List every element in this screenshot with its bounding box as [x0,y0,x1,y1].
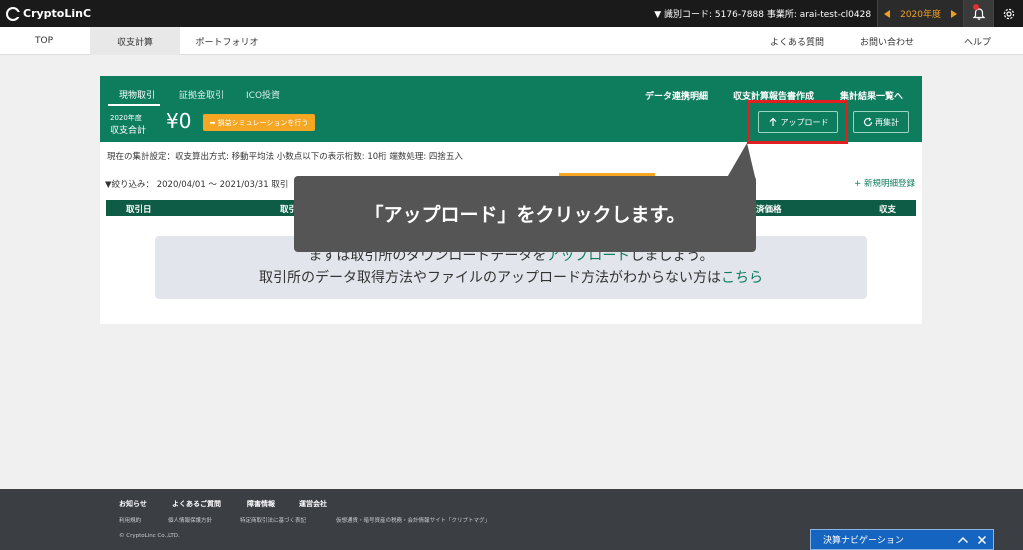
fiscal-year-label: 2020年度 [110,114,142,122]
footer-terms[interactable]: 利用規約 [119,516,141,524]
close-icon[interactable] [977,535,987,545]
upload-highlight-frame [747,100,848,144]
top-bar: CryptoLinC ▼ 識別コード: 5176-7888 事業所: arai-… [0,0,1023,27]
help-here-link[interactable]: こちら [721,270,763,286]
new-entry-link[interactable]: + 新規明細登録 [854,177,915,189]
total-label: 収支合計 [110,126,147,136]
settings-button[interactable] [993,0,1023,27]
prev-year-icon[interactable] [884,9,891,18]
th-date: 取引日 [126,205,152,215]
logo-text: CryptoLinC [23,7,92,20]
copyright: © CryptoLinc Co.,LTD. [119,533,180,539]
tab-ico[interactable]: ICO投資 [246,88,280,101]
footer-incidents[interactable]: 障害情報 [247,499,275,509]
callout-pointer [725,143,756,181]
gear-icon [1003,8,1014,19]
message-line-2-text: 取引所のデータ取得方法やファイルのアップロード方法がわからない方は [259,270,721,286]
nav-portfolio[interactable]: ポートフォリオ [182,27,272,55]
data-link-details[interactable]: データ連携明細 [645,89,708,102]
notification-badge [973,4,979,10]
footer-cryptomag[interactable]: 仮想通貨・暗号資産の税務・会計情報サイト「クリプトマグ」 [336,516,490,524]
footer-commerce-law[interactable]: 特定商取引法に基づく表記 [240,516,306,524]
total-value: ¥0 [166,109,192,133]
filter-text[interactable]: ▼絞り込み： 2020/04/01 〜 2021/03/31 取引 [105,178,288,190]
recalc-button-label: 再集計 [875,117,899,127]
footer-news[interactable]: お知らせ [119,499,147,509]
nav-contact[interactable]: お問い合わせ [842,27,932,55]
logo[interactable]: CryptoLinC [6,6,92,21]
recalc-button[interactable]: 再集計 [853,111,909,133]
main-nav: TOP 収支計算 ポートフォリオ よくある質問 お問い合わせ ヘルプ [0,27,1023,55]
footer-privacy[interactable]: 個人情報保護方針 [168,516,212,524]
current-settings-text: 現在の集計設定：収支算出方式: 移動平均法 小数点以下の表示桁数: 10桁 端数… [107,152,463,162]
callout-text: 「アップロード」をクリックします。 [364,204,686,226]
tab-margin[interactable]: 証拠金取引 [179,88,224,101]
th-settle-price: 済価格 [756,205,782,215]
tab-active-indicator [108,104,160,106]
settlement-navigation-widget[interactable]: 決算ナビゲーション [810,529,994,550]
notification-button[interactable] [963,0,993,27]
instruction-callout: 「アップロード」をクリックします。 [294,176,756,252]
nav-help[interactable]: ヘルプ [932,27,1023,55]
simulation-button[interactable]: ➡ 損益シミュレーションを行う [203,114,315,131]
next-year-icon[interactable] [951,9,957,18]
footer-faq[interactable]: よくあるご質問 [172,499,221,509]
th-balance: 収支 [879,205,897,215]
tab-spot[interactable]: 現物取引 [119,88,155,101]
nav-faq[interactable]: よくある質問 [752,27,842,55]
account-info[interactable]: ▼ 識別コード: 5176-7888 事業所: arai-test-cl0428 [654,7,871,20]
nav-top[interactable]: TOP [0,27,88,55]
navi-label: 決算ナビゲーション [823,536,904,546]
logo-icon [6,6,21,21]
footer-company[interactable]: 運営会社 [299,499,327,509]
nav-income-calc[interactable]: 収支計算 [90,27,180,55]
summary-list-link[interactable]: 集計結果一覧へ [840,89,903,102]
message-line-2: 取引所のデータ取得方法やファイルのアップロード方法がわからない方はこちら [155,267,867,287]
year-label: 2020年度 [900,10,941,20]
chevron-up-icon[interactable] [957,535,969,545]
refresh-icon [863,117,873,127]
year-switcher: 2020年度 [877,0,963,27]
